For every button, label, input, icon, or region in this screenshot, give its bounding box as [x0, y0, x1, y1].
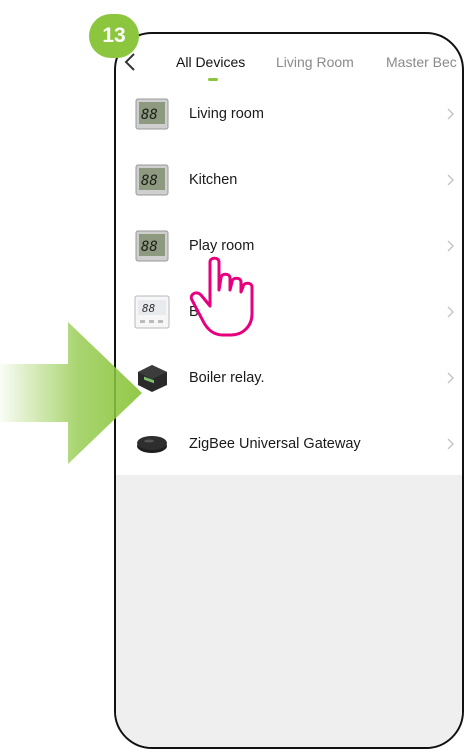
lcd-thermostat-icon: 88: [134, 96, 170, 132]
device-name: ZigBee Universal Gateway: [189, 436, 361, 452]
device-list: 88 Living room 88 Kitchen 88 Play room 8…: [116, 81, 462, 477]
device-row-zigbee-gateway[interactable]: ZigBee Universal Gateway: [116, 411, 462, 477]
device-row-boiler-relay[interactable]: Boiler relay.: [116, 345, 462, 411]
tab-all-devices[interactable]: All Devices: [176, 54, 245, 70]
lcd-thermostat-icon: 88: [134, 162, 170, 198]
device-name: Kitchen: [189, 172, 238, 188]
device-name: Living room: [189, 106, 264, 122]
svg-text:88: 88: [141, 239, 158, 255]
chevron-right-icon: [447, 438, 454, 450]
tab-master-bedroom[interactable]: Master Bec: [386, 54, 457, 70]
device-row-bathroom[interactable]: 88 Ban: [116, 279, 462, 345]
svg-text:88: 88: [141, 107, 158, 123]
tab-living-room[interactable]: Living Room: [276, 54, 354, 70]
phone-frame: All Devices Living Room Master Bec 88 Li…: [114, 32, 464, 749]
chevron-right-icon: [447, 174, 454, 186]
chevron-right-icon: [447, 372, 454, 384]
chevron-right-icon: [447, 108, 454, 120]
chevron-right-icon: [447, 306, 454, 318]
tap-hand-icon: [189, 256, 254, 337]
empty-list-background: [116, 475, 462, 747]
svg-text:88: 88: [142, 302, 156, 315]
svg-text:88: 88: [141, 173, 158, 189]
device-row-living-room[interactable]: 88 Living room: [116, 81, 462, 147]
step-number-badge: 13: [89, 14, 139, 58]
lcd-thermostat-icon: 88: [134, 228, 170, 264]
pointer-arrow-icon: [0, 322, 142, 464]
device-name: Play room: [189, 238, 255, 254]
device-name: Boiler relay.: [189, 370, 265, 386]
chevron-right-icon: [447, 240, 454, 252]
device-row-kitchen[interactable]: 88 Kitchen: [116, 147, 462, 213]
device-row-play-room[interactable]: 88 Play room: [116, 213, 462, 279]
